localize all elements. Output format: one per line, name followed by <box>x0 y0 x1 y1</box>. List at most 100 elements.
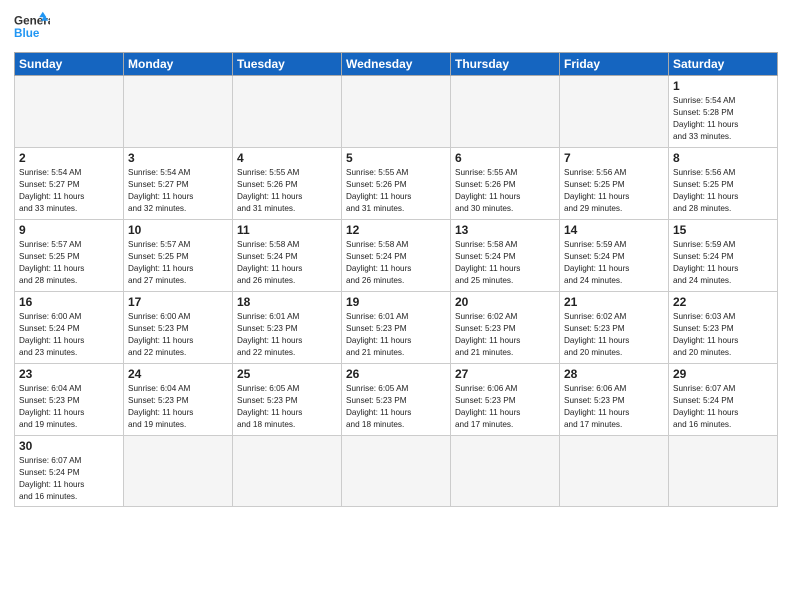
calendar-cell: 11 Sunrise: 5:58 AM Sunset: 5:24 PM Dayli… <box>233 220 342 292</box>
day-info: Sunrise: 6:04 AM Sunset: 5:23 PM Dayligh… <box>19 383 119 431</box>
calendar-cell: 19 Sunrise: 6:01 AM Sunset: 5:23 PM Dayli… <box>342 292 451 364</box>
calendar-cell: 29Sunrise: 6:07 AM Sunset: 5:24 PM Dayli… <box>669 364 778 436</box>
calendar-cell: 23 Sunrise: 6:04 AM Sunset: 5:23 PM Dayli… <box>15 364 124 436</box>
calendar-cell <box>124 76 233 148</box>
calendar-cell: 5 Sunrise: 5:55 AM Sunset: 5:26 PM Daylig… <box>342 148 451 220</box>
day-number: 3 <box>128 151 228 165</box>
calendar-cell <box>451 76 560 148</box>
day-number: 20 <box>455 295 555 309</box>
calendar-cell: 8Sunrise: 5:56 AM Sunset: 5:25 PM Daylig… <box>669 148 778 220</box>
day-number: 11 <box>237 223 337 237</box>
logo: General Blue <box>14 10 50 46</box>
day-info: Sunrise: 5:54 AM Sunset: 5:27 PM Dayligh… <box>128 167 228 215</box>
day-info: Sunrise: 5:59 AM Sunset: 5:24 PM Dayligh… <box>564 239 664 287</box>
calendar-cell: 17 Sunrise: 6:00 AM Sunset: 5:23 PM Dayli… <box>124 292 233 364</box>
weekday-header-friday: Friday <box>560 53 669 76</box>
calendar-cell: 30 Sunrise: 6:07 AM Sunset: 5:24 PM Dayli… <box>15 436 124 507</box>
day-info: Sunrise: 5:55 AM Sunset: 5:26 PM Dayligh… <box>346 167 446 215</box>
day-number: 15 <box>673 223 773 237</box>
svg-text:Blue: Blue <box>14 27 40 40</box>
calendar-cell: 12Sunrise: 5:58 AM Sunset: 5:24 PM Dayli… <box>342 220 451 292</box>
day-number: 23 <box>19 367 119 381</box>
weekday-header-sunday: Sunday <box>15 53 124 76</box>
day-number: 21 <box>564 295 664 309</box>
calendar-cell: 20 Sunrise: 6:02 AM Sunset: 5:23 PM Dayli… <box>451 292 560 364</box>
day-info: Sunrise: 5:58 AM Sunset: 5:24 PM Dayligh… <box>346 239 446 287</box>
calendar-cell: 28 Sunrise: 6:06 AM Sunset: 5:23 PM Dayli… <box>560 364 669 436</box>
day-number: 27 <box>455 367 555 381</box>
day-number: 5 <box>346 151 446 165</box>
day-number: 18 <box>237 295 337 309</box>
week-row-1: 2 Sunrise: 5:54 AM Sunset: 5:27 PM Daylig… <box>15 148 778 220</box>
day-info: Sunrise: 6:07 AM Sunset: 5:24 PM Dayligh… <box>19 455 119 503</box>
day-info: Sunrise: 5:55 AM Sunset: 5:26 PM Dayligh… <box>237 167 337 215</box>
header: General Blue <box>14 10 778 46</box>
calendar-cell: 9 Sunrise: 5:57 AM Sunset: 5:25 PM Daylig… <box>15 220 124 292</box>
logo-icon: General Blue <box>14 10 50 46</box>
day-info: Sunrise: 6:02 AM Sunset: 5:23 PM Dayligh… <box>564 311 664 359</box>
day-number: 17 <box>128 295 228 309</box>
day-number: 16 <box>19 295 119 309</box>
week-row-4: 23 Sunrise: 6:04 AM Sunset: 5:23 PM Dayli… <box>15 364 778 436</box>
day-info: Sunrise: 5:56 AM Sunset: 5:25 PM Dayligh… <box>564 167 664 215</box>
day-info: Sunrise: 5:54 AM Sunset: 5:27 PM Dayligh… <box>19 167 119 215</box>
calendar-cell: 6Sunrise: 5:55 AM Sunset: 5:26 PM Daylig… <box>451 148 560 220</box>
day-number: 26 <box>346 367 446 381</box>
calendar-cell <box>342 436 451 507</box>
day-number: 7 <box>564 151 664 165</box>
calendar-cell: 1 Sunrise: 5:54 AM Sunset: 5:28 PM Daylig… <box>669 76 778 148</box>
weekday-header-row: SundayMondayTuesdayWednesdayThursdayFrid… <box>15 53 778 76</box>
day-info: Sunrise: 6:03 AM Sunset: 5:23 PM Dayligh… <box>673 311 773 359</box>
weekday-header-monday: Monday <box>124 53 233 76</box>
calendar-cell <box>15 76 124 148</box>
calendar-cell <box>233 76 342 148</box>
calendar-cell <box>233 436 342 507</box>
calendar-cell: 24Sunrise: 6:04 AM Sunset: 5:23 PM Dayli… <box>124 364 233 436</box>
day-number: 2 <box>19 151 119 165</box>
day-info: Sunrise: 5:58 AM Sunset: 5:24 PM Dayligh… <box>455 239 555 287</box>
day-info: Sunrise: 6:06 AM Sunset: 5:23 PM Dayligh… <box>455 383 555 431</box>
day-info: Sunrise: 6:00 AM Sunset: 5:23 PM Dayligh… <box>128 311 228 359</box>
week-row-3: 16 Sunrise: 6:00 AM Sunset: 5:24 PM Dayli… <box>15 292 778 364</box>
calendar-cell: 27 Sunrise: 6:06 AM Sunset: 5:23 PM Dayli… <box>451 364 560 436</box>
week-row-2: 9 Sunrise: 5:57 AM Sunset: 5:25 PM Daylig… <box>15 220 778 292</box>
day-number: 6 <box>455 151 555 165</box>
calendar-cell <box>124 436 233 507</box>
calendar-cell: 13Sunrise: 5:58 AM Sunset: 5:24 PM Dayli… <box>451 220 560 292</box>
calendar: SundayMondayTuesdayWednesdayThursdayFrid… <box>14 52 778 507</box>
calendar-cell: 3 Sunrise: 5:54 AM Sunset: 5:27 PM Daylig… <box>124 148 233 220</box>
day-info: Sunrise: 6:01 AM Sunset: 5:23 PM Dayligh… <box>346 311 446 359</box>
day-info: Sunrise: 5:58 AM Sunset: 5:24 PM Dayligh… <box>237 239 337 287</box>
day-number: 8 <box>673 151 773 165</box>
day-number: 30 <box>19 439 119 453</box>
day-number: 28 <box>564 367 664 381</box>
calendar-cell: 16 Sunrise: 6:00 AM Sunset: 5:24 PM Dayli… <box>15 292 124 364</box>
day-info: Sunrise: 6:05 AM Sunset: 5:23 PM Dayligh… <box>346 383 446 431</box>
day-number: 14 <box>564 223 664 237</box>
day-info: Sunrise: 5:59 AM Sunset: 5:24 PM Dayligh… <box>673 239 773 287</box>
day-number: 1 <box>673 79 773 93</box>
day-info: Sunrise: 6:04 AM Sunset: 5:23 PM Dayligh… <box>128 383 228 431</box>
calendar-cell: 18 Sunrise: 6:01 AM Sunset: 5:23 PM Dayli… <box>233 292 342 364</box>
calendar-cell <box>451 436 560 507</box>
day-info: Sunrise: 5:57 AM Sunset: 5:25 PM Dayligh… <box>19 239 119 287</box>
day-info: Sunrise: 6:00 AM Sunset: 5:24 PM Dayligh… <box>19 311 119 359</box>
calendar-cell: 10 Sunrise: 5:57 AM Sunset: 5:25 PM Dayli… <box>124 220 233 292</box>
calendar-cell: 7 Sunrise: 5:56 AM Sunset: 5:25 PM Daylig… <box>560 148 669 220</box>
calendar-cell: 2 Sunrise: 5:54 AM Sunset: 5:27 PM Daylig… <box>15 148 124 220</box>
day-number: 25 <box>237 367 337 381</box>
day-info: Sunrise: 5:57 AM Sunset: 5:25 PM Dayligh… <box>128 239 228 287</box>
weekday-header-wednesday: Wednesday <box>342 53 451 76</box>
day-number: 10 <box>128 223 228 237</box>
calendar-cell: 14 Sunrise: 5:59 AM Sunset: 5:24 PM Dayli… <box>560 220 669 292</box>
day-number: 9 <box>19 223 119 237</box>
calendar-cell: 25Sunrise: 6:05 AM Sunset: 5:23 PM Dayli… <box>233 364 342 436</box>
weekday-header-saturday: Saturday <box>669 53 778 76</box>
day-info: Sunrise: 6:06 AM Sunset: 5:23 PM Dayligh… <box>564 383 664 431</box>
day-number: 19 <box>346 295 446 309</box>
day-info: Sunrise: 5:54 AM Sunset: 5:28 PM Dayligh… <box>673 95 773 143</box>
calendar-cell: 22Sunrise: 6:03 AM Sunset: 5:23 PM Dayli… <box>669 292 778 364</box>
day-info: Sunrise: 6:02 AM Sunset: 5:23 PM Dayligh… <box>455 311 555 359</box>
day-info: Sunrise: 6:07 AM Sunset: 5:24 PM Dayligh… <box>673 383 773 431</box>
day-info: Sunrise: 6:01 AM Sunset: 5:23 PM Dayligh… <box>237 311 337 359</box>
